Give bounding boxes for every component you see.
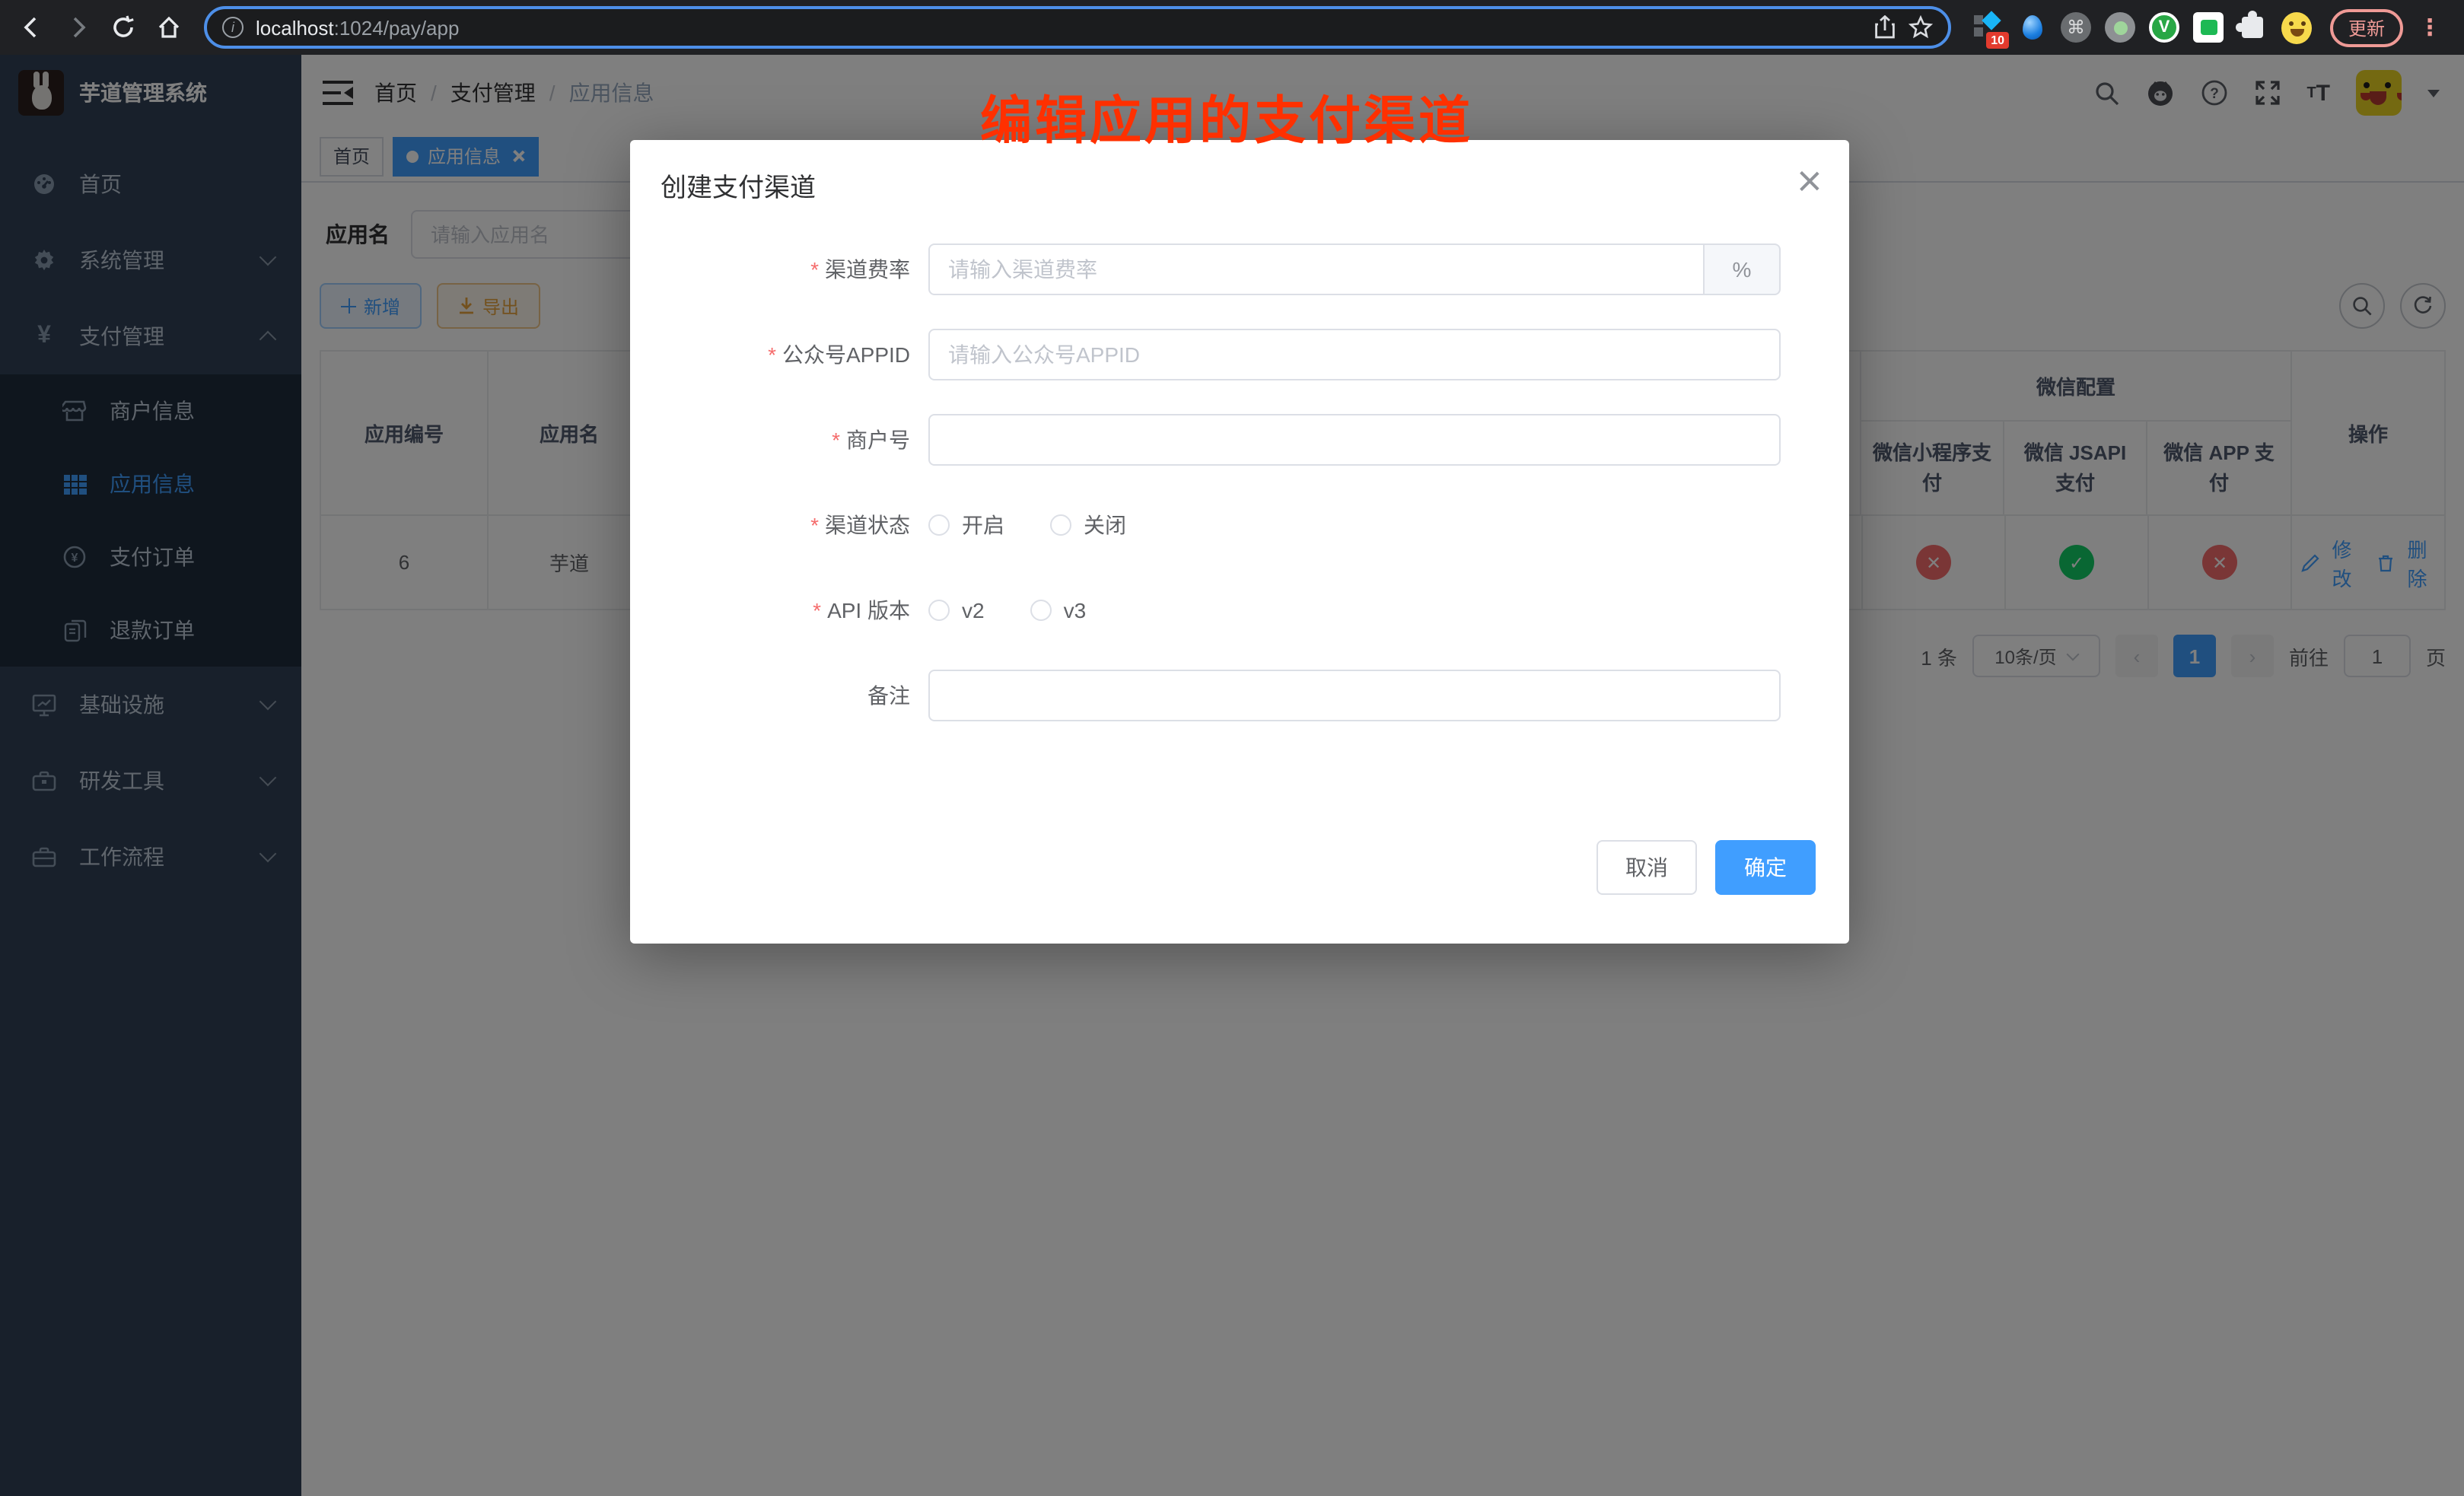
- site-info-icon[interactable]: i: [222, 17, 244, 38]
- browser-profile-avatar[interactable]: [2281, 12, 2312, 43]
- status-label: 渠道状态: [825, 513, 910, 537]
- api-version-label: API 版本: [827, 598, 910, 622]
- field-status: *渠道状态 开启 关闭: [630, 499, 1849, 551]
- dialog-title: 创建支付渠道: [661, 166, 816, 204]
- appid-input[interactable]: [928, 329, 1781, 380]
- field-merchant: *商户号: [630, 414, 1849, 466]
- radio-icon: [928, 514, 950, 536]
- browser-update-button[interactable]: 更新: [2330, 8, 2403, 46]
- field-appid: *公众号APPID: [630, 329, 1849, 380]
- annotation-text: 编辑应用的支付渠道: [980, 79, 1473, 154]
- share-icon[interactable]: [1873, 15, 1896, 40]
- extension-icon-command[interactable]: ⌘: [2061, 12, 2091, 43]
- required-asterisk: *: [810, 257, 819, 282]
- browser-extensions: 10 ⌘ V: [1972, 12, 2312, 43]
- appid-label: 公众号APPID: [782, 342, 910, 367]
- url-path: :1024/pay/app: [334, 16, 460, 39]
- browser-chrome: i localhost:1024/pay/app 10 ⌘ V 更新 ⋮: [0, 0, 2464, 55]
- refresh-icon[interactable]: [103, 8, 143, 47]
- screen: i localhost:1024/pay/app 10 ⌘ V 更新 ⋮: [0, 0, 2464, 1496]
- home-icon[interactable]: [149, 8, 189, 47]
- confirm-button[interactable]: 确定: [1715, 840, 1816, 895]
- browser-menu-icon[interactable]: ⋮: [2418, 16, 2441, 39]
- radio-label: 开启: [962, 510, 1004, 540]
- radio-label: v2: [962, 598, 985, 622]
- extension-icon-tabs[interactable]: 10: [1972, 12, 2003, 43]
- rate-label: 渠道费率: [825, 257, 910, 282]
- field-api-version: *API 版本 v2 v3: [630, 584, 1849, 636]
- url-host: localhost: [256, 16, 334, 39]
- required-asterisk: *: [832, 428, 840, 452]
- api-radio-v2[interactable]: v2: [928, 598, 985, 622]
- extension-icon-v[interactable]: V: [2149, 12, 2179, 43]
- required-asterisk: *: [810, 513, 819, 537]
- cancel-button[interactable]: 取消: [1597, 840, 1697, 895]
- bookmark-star-icon[interactable]: [1908, 15, 1933, 40]
- extension-icon-balloon[interactable]: [2017, 12, 2047, 43]
- field-remark: 备注: [630, 670, 1849, 721]
- create-channel-dialog: 创建支付渠道 *渠道费率 % *公众号APPID: [630, 140, 1849, 944]
- forward-icon[interactable]: [58, 8, 97, 47]
- percent-append: %: [1705, 243, 1781, 295]
- remark-input[interactable]: [928, 670, 1781, 721]
- field-rate: *渠道费率 %: [630, 243, 1849, 295]
- radio-icon: [1030, 600, 1052, 621]
- url-bar[interactable]: i localhost:1024/pay/app: [204, 6, 1951, 49]
- back-icon[interactable]: [12, 8, 52, 47]
- status-radio-closed[interactable]: 关闭: [1050, 510, 1126, 540]
- status-radio-open[interactable]: 开启: [928, 510, 1004, 540]
- merchant-label: 商户号: [846, 428, 910, 452]
- radio-label: v3: [1064, 598, 1087, 622]
- merchant-input[interactable]: [928, 414, 1781, 466]
- required-asterisk: *: [813, 598, 821, 622]
- radio-label: 关闭: [1084, 510, 1126, 540]
- url-text[interactable]: localhost:1024/pay/app: [256, 16, 1861, 39]
- extension-icon-chat[interactable]: [2193, 12, 2224, 43]
- api-radio-v3[interactable]: v3: [1030, 598, 1087, 622]
- dialog-close-icon[interactable]: [1797, 170, 1819, 192]
- remark-label: 备注: [867, 683, 910, 708]
- extension-badge: 10: [1986, 32, 2009, 49]
- radio-icon: [928, 600, 950, 621]
- required-asterisk: *: [768, 342, 776, 367]
- extension-icon-recorder[interactable]: [2105, 12, 2135, 43]
- extensions-puzzle-icon[interactable]: [2237, 12, 2268, 43]
- app-root: 芋道管理系统 首页 系统管理 ¥ 支付管: [0, 55, 2464, 1496]
- radio-icon: [1050, 514, 1071, 536]
- rate-input[interactable]: [928, 243, 1705, 295]
